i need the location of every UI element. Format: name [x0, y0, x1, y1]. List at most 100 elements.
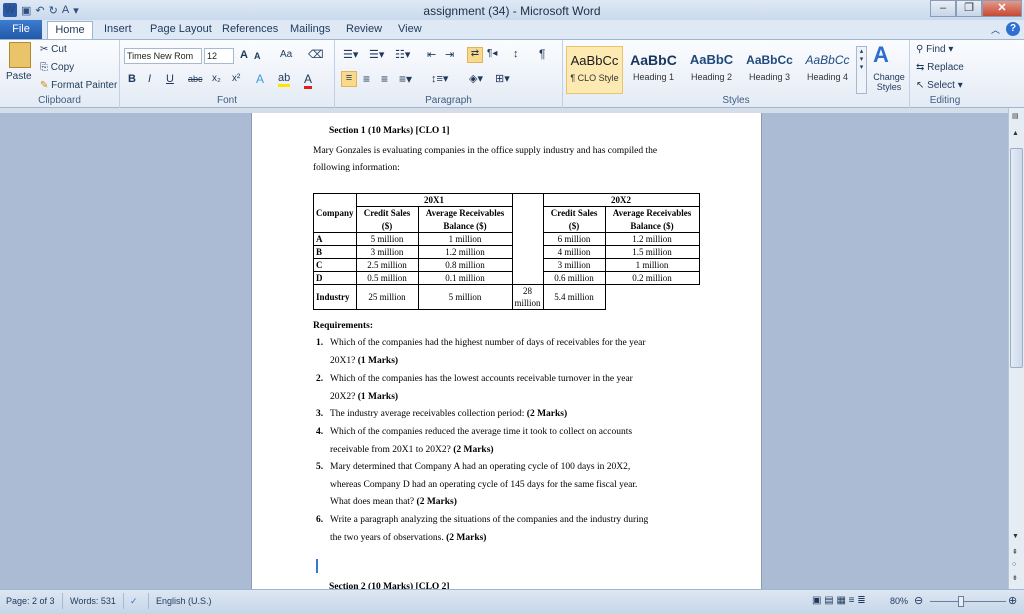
- style-sample: AaBbCc: [805, 53, 850, 67]
- style-name: ¶ CLO Style: [570, 73, 619, 83]
- style-heading-1[interactable]: AaBbC Heading 1: [625, 46, 682, 94]
- borders-icon[interactable]: ⊞▾: [495, 72, 510, 85]
- decrease-indent-icon[interactable]: ⇤: [427, 48, 436, 61]
- styles-group: AaBbCc ¶ CLO Style AaBbC Heading 1 AaBbC He…: [563, 40, 910, 108]
- style-heading-3[interactable]: AaBbCc Heading 3: [741, 46, 798, 94]
- document-page[interactable]: Section 1 (10 Marks) [CLO 1] Mary Gonzal…: [251, 113, 762, 589]
- req-text: Which of the companies had the highest n…: [330, 338, 646, 348]
- table-row: D 0.5 million 0.1 million 0.6 million 0.…: [313, 271, 700, 285]
- align-right-icon[interactable]: ≡: [381, 72, 388, 86]
- tab-insert[interactable]: Insert: [104, 23, 132, 35]
- browse-object-icon[interactable]: ○: [1012, 561, 1016, 568]
- change-styles-icon[interactable]: A: [873, 42, 889, 68]
- grow-font-button[interactable]: A: [240, 49, 248, 61]
- find-button[interactable]: ⚲ Find ▾: [916, 44, 953, 55]
- scroll-thumb[interactable]: [1010, 148, 1023, 368]
- paragraph-label: Paragraph: [425, 95, 472, 106]
- increase-indent-icon[interactable]: ⇥: [445, 48, 454, 61]
- style-name: Heading 3: [748, 72, 791, 82]
- avg-receivables-header: Average Receivables: [604, 206, 700, 220]
- style-heading-2[interactable]: AaBbC Heading 2: [683, 46, 740, 94]
- bullets-icon[interactable]: ☰▾: [343, 48, 358, 61]
- tab-page-layout[interactable]: Page Layout: [150, 23, 212, 35]
- previous-page-icon[interactable]: ⇞: [1012, 548, 1018, 556]
- clear-format-icon[interactable]: ⌫: [308, 48, 324, 61]
- subscript-button[interactable]: x₂: [212, 73, 221, 84]
- restore-button[interactable]: ❐: [956, 0, 982, 17]
- font-name-select[interactable]: Times New Rom: [124, 48, 202, 64]
- view-buttons[interactable]: ▣ ▤ ▦ ≡ ≣: [812, 595, 866, 606]
- zoom-out-icon[interactable]: ⊖: [914, 594, 923, 607]
- page-count[interactable]: Page: 2 of 3: [6, 596, 55, 606]
- scroll-up-icon[interactable]: ▲: [1012, 130, 1019, 137]
- ruler-toggle-icon[interactable]: ▤: [1012, 112, 1019, 120]
- ribbon: Paste ✂ Cut ⎘ Copy ✎ Format Painter Clip…: [0, 39, 1024, 108]
- style-name: Heading 1: [632, 72, 675, 82]
- change-styles-button[interactable]: Change Styles: [871, 72, 907, 92]
- shading-icon[interactable]: ◈▾: [469, 72, 483, 85]
- close-button[interactable]: ✕: [982, 0, 1022, 17]
- minimize-button[interactable]: –: [930, 0, 956, 17]
- help-icon[interactable]: ?: [1006, 22, 1020, 36]
- style-sample: AaBbCc: [746, 53, 793, 67]
- cut-button[interactable]: ✂ Cut: [40, 44, 67, 55]
- italic-button[interactable]: I: [148, 73, 151, 85]
- zoom-in-icon[interactable]: ⊕: [1008, 594, 1017, 607]
- line-spacing-icon[interactable]: ↕≡▾: [431, 72, 448, 85]
- tab-view[interactable]: View: [398, 23, 422, 35]
- strikethrough-button[interactable]: abc: [188, 74, 203, 84]
- bold-button[interactable]: B: [128, 73, 136, 85]
- zoom-level[interactable]: 80%: [890, 596, 908, 606]
- table-cell: 1.5 million: [604, 245, 700, 259]
- style-clo[interactable]: AaBbCc ¶ CLO Style: [566, 46, 623, 94]
- shrink-font-button[interactable]: A: [254, 51, 261, 61]
- change-case-button[interactable]: Aa: [280, 49, 292, 60]
- language-indicator[interactable]: English (U.S.): [156, 596, 212, 606]
- vertical-scrollbar[interactable]: ▤ ▲ ▼ ⇞ ○ ⇟: [1008, 108, 1024, 589]
- paste-button[interactable]: Paste: [6, 71, 32, 82]
- font-size-select[interactable]: 12: [204, 48, 234, 64]
- tab-review[interactable]: Review: [346, 23, 382, 35]
- sort-icon[interactable]: ↕: [513, 48, 519, 60]
- font-color-icon[interactable]: A: [304, 72, 313, 89]
- show-marks-button[interactable]: ¶: [539, 47, 545, 61]
- align-left-icon[interactable]: ≡: [341, 71, 357, 87]
- dollar-header: ($): [355, 219, 419, 233]
- tab-home[interactable]: Home: [47, 21, 93, 39]
- scroll-down-icon[interactable]: ▼: [1012, 533, 1019, 540]
- proofing-icon[interactable]: ✓: [130, 596, 138, 607]
- tab-references[interactable]: References: [222, 23, 278, 35]
- highlight-icon[interactable]: ab: [278, 72, 291, 87]
- replace-button[interactable]: ⇆ Replace: [916, 62, 964, 73]
- select-button[interactable]: ↖ Select ▾: [916, 80, 963, 91]
- tab-mailings[interactable]: Mailings: [290, 23, 330, 35]
- rtl-icon[interactable]: ¶◂: [487, 48, 497, 59]
- zoom-slider-handle[interactable]: [958, 596, 964, 607]
- credit-sales-header: Credit Sales: [355, 206, 419, 220]
- text-direction-icon[interactable]: ⇄: [467, 47, 483, 63]
- align-center-icon[interactable]: ≡: [363, 72, 370, 86]
- underline-button[interactable]: U: [166, 73, 174, 85]
- style-heading-4[interactable]: AaBbCc Heading 4: [799, 46, 856, 94]
- paste-icon[interactable]: [9, 42, 31, 68]
- table-cell: 5.4 million: [542, 284, 606, 310]
- requirement-6: 6. Write a paragraph analyzing the situa…: [316, 512, 648, 547]
- minimize-ribbon-icon[interactable]: ︿: [991, 23, 1000, 36]
- next-page-icon[interactable]: ⇟: [1012, 574, 1018, 582]
- req-marks: (2 Marks): [416, 497, 457, 507]
- numbering-icon[interactable]: ☰▾: [369, 48, 384, 61]
- word-count[interactable]: Words: 531: [70, 596, 116, 606]
- justify-icon[interactable]: ≡▾: [399, 72, 412, 86]
- copy-button[interactable]: ⎘ Copy: [40, 62, 74, 73]
- multilevel-list-icon[interactable]: ☷▾: [395, 48, 410, 61]
- title-bar: W ▣ ↶ ↻ A ▾ assignment (34) - Microsoft …: [0, 0, 1024, 20]
- format-painter-button[interactable]: ✎ Format Painter: [40, 80, 117, 91]
- company-cell: Industry: [313, 284, 357, 310]
- table-gap: [511, 193, 544, 285]
- zoom-slider[interactable]: [930, 601, 1006, 602]
- document-workspace[interactable]: Section 1 (10 Marks) [CLO 1] Mary Gonzal…: [0, 113, 1008, 589]
- superscript-button[interactable]: x²: [232, 73, 240, 84]
- tab-file[interactable]: File: [0, 20, 42, 39]
- styles-scroll[interactable]: ▴ ▾ ▾: [856, 46, 867, 94]
- text-effects-icon[interactable]: A: [256, 72, 264, 86]
